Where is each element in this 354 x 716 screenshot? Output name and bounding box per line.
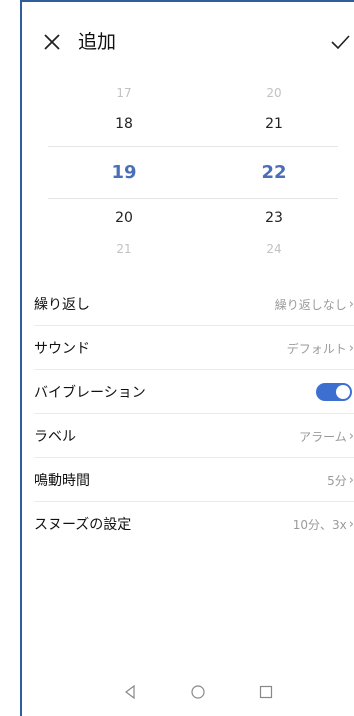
time-picker[interactable]: 17 18 19 20 21 20 21 22 23 24	[22, 82, 354, 272]
sound-row[interactable]: サウンド デフォルト ›	[22, 326, 354, 370]
minute-option[interactable]: 23	[244, 210, 304, 226]
check-icon	[331, 35, 350, 50]
sound-value-group: デフォルト ›	[287, 340, 354, 357]
back-triangle-icon	[125, 684, 135, 700]
snooze-row[interactable]: スヌーズの設定 10分、3x ›	[22, 502, 354, 546]
repeat-row[interactable]: 繰り返し 繰り返しなし ›	[22, 282, 354, 326]
selected-minute[interactable]: 22	[244, 162, 304, 183]
vibration-label: バイブレーション	[34, 385, 146, 401]
back-button[interactable]	[118, 680, 142, 704]
label-row[interactable]: ラベル アラーム ›	[22, 414, 354, 458]
vibration-row[interactable]: バイブレーション	[22, 370, 354, 414]
repeat-value-group: 繰り返しなし ›	[275, 296, 354, 313]
snooze-label: スヌーズの設定	[34, 517, 132, 533]
repeat-label: 繰り返し	[34, 297, 90, 313]
duration-value: 5分	[327, 473, 347, 488]
home-button[interactable]	[186, 680, 210, 704]
duration-row[interactable]: 鳴動時間 5分 ›	[22, 458, 354, 502]
hour-option[interactable]: 21	[94, 242, 154, 256]
recents-button[interactable]	[254, 680, 278, 704]
chevron-right-icon: ›	[348, 516, 354, 532]
page-title: 追加	[78, 31, 117, 53]
selected-hour[interactable]: 19	[94, 162, 154, 183]
system-nav-bar	[22, 672, 354, 712]
snooze-value: 10分、3x	[292, 517, 347, 532]
minute-option[interactable]: 24	[244, 242, 304, 256]
recents-square-icon	[259, 685, 273, 699]
sound-label: サウンド	[34, 341, 90, 357]
repeat-value: 繰り返しなし	[274, 297, 347, 312]
snooze-value-group: 10分、3x ›	[293, 516, 354, 533]
duration-label: 鳴動時間	[34, 473, 90, 489]
confirm-button[interactable]	[326, 30, 354, 54]
selection-divider-bottom	[48, 198, 338, 199]
selection-divider-top	[48, 146, 338, 147]
label-label: ラベル	[34, 429, 76, 445]
minute-option[interactable]: 20	[244, 86, 304, 100]
close-button[interactable]	[40, 30, 64, 54]
label-value-group: アラーム ›	[299, 428, 354, 445]
label-value: アラーム	[299, 429, 347, 444]
home-circle-icon	[191, 685, 205, 699]
vibration-toggle[interactable]	[316, 383, 352, 401]
close-icon	[44, 34, 60, 50]
hour-option[interactable]: 18	[94, 116, 154, 132]
alarm-settings-list: 繰り返し 繰り返しなし › サウンド デフォルト › バイブレーション ラベル	[22, 282, 354, 546]
hour-option[interactable]: 20	[94, 210, 154, 226]
alarm-add-screen: 追加 17 18 19 20 21 20 21 22 23 24 繰り返し 繰り…	[20, 0, 354, 716]
chevron-right-icon: ›	[348, 472, 354, 488]
minute-option[interactable]: 21	[244, 116, 304, 132]
chevron-right-icon: ›	[348, 428, 354, 444]
chevron-right-icon: ›	[348, 340, 354, 356]
toggle-knob	[336, 385, 350, 399]
header: 追加	[22, 22, 354, 62]
sound-value: デフォルト	[286, 341, 347, 356]
chevron-right-icon: ›	[348, 296, 354, 312]
hour-option[interactable]: 17	[94, 86, 154, 100]
duration-value-group: 5分 ›	[327, 472, 354, 489]
